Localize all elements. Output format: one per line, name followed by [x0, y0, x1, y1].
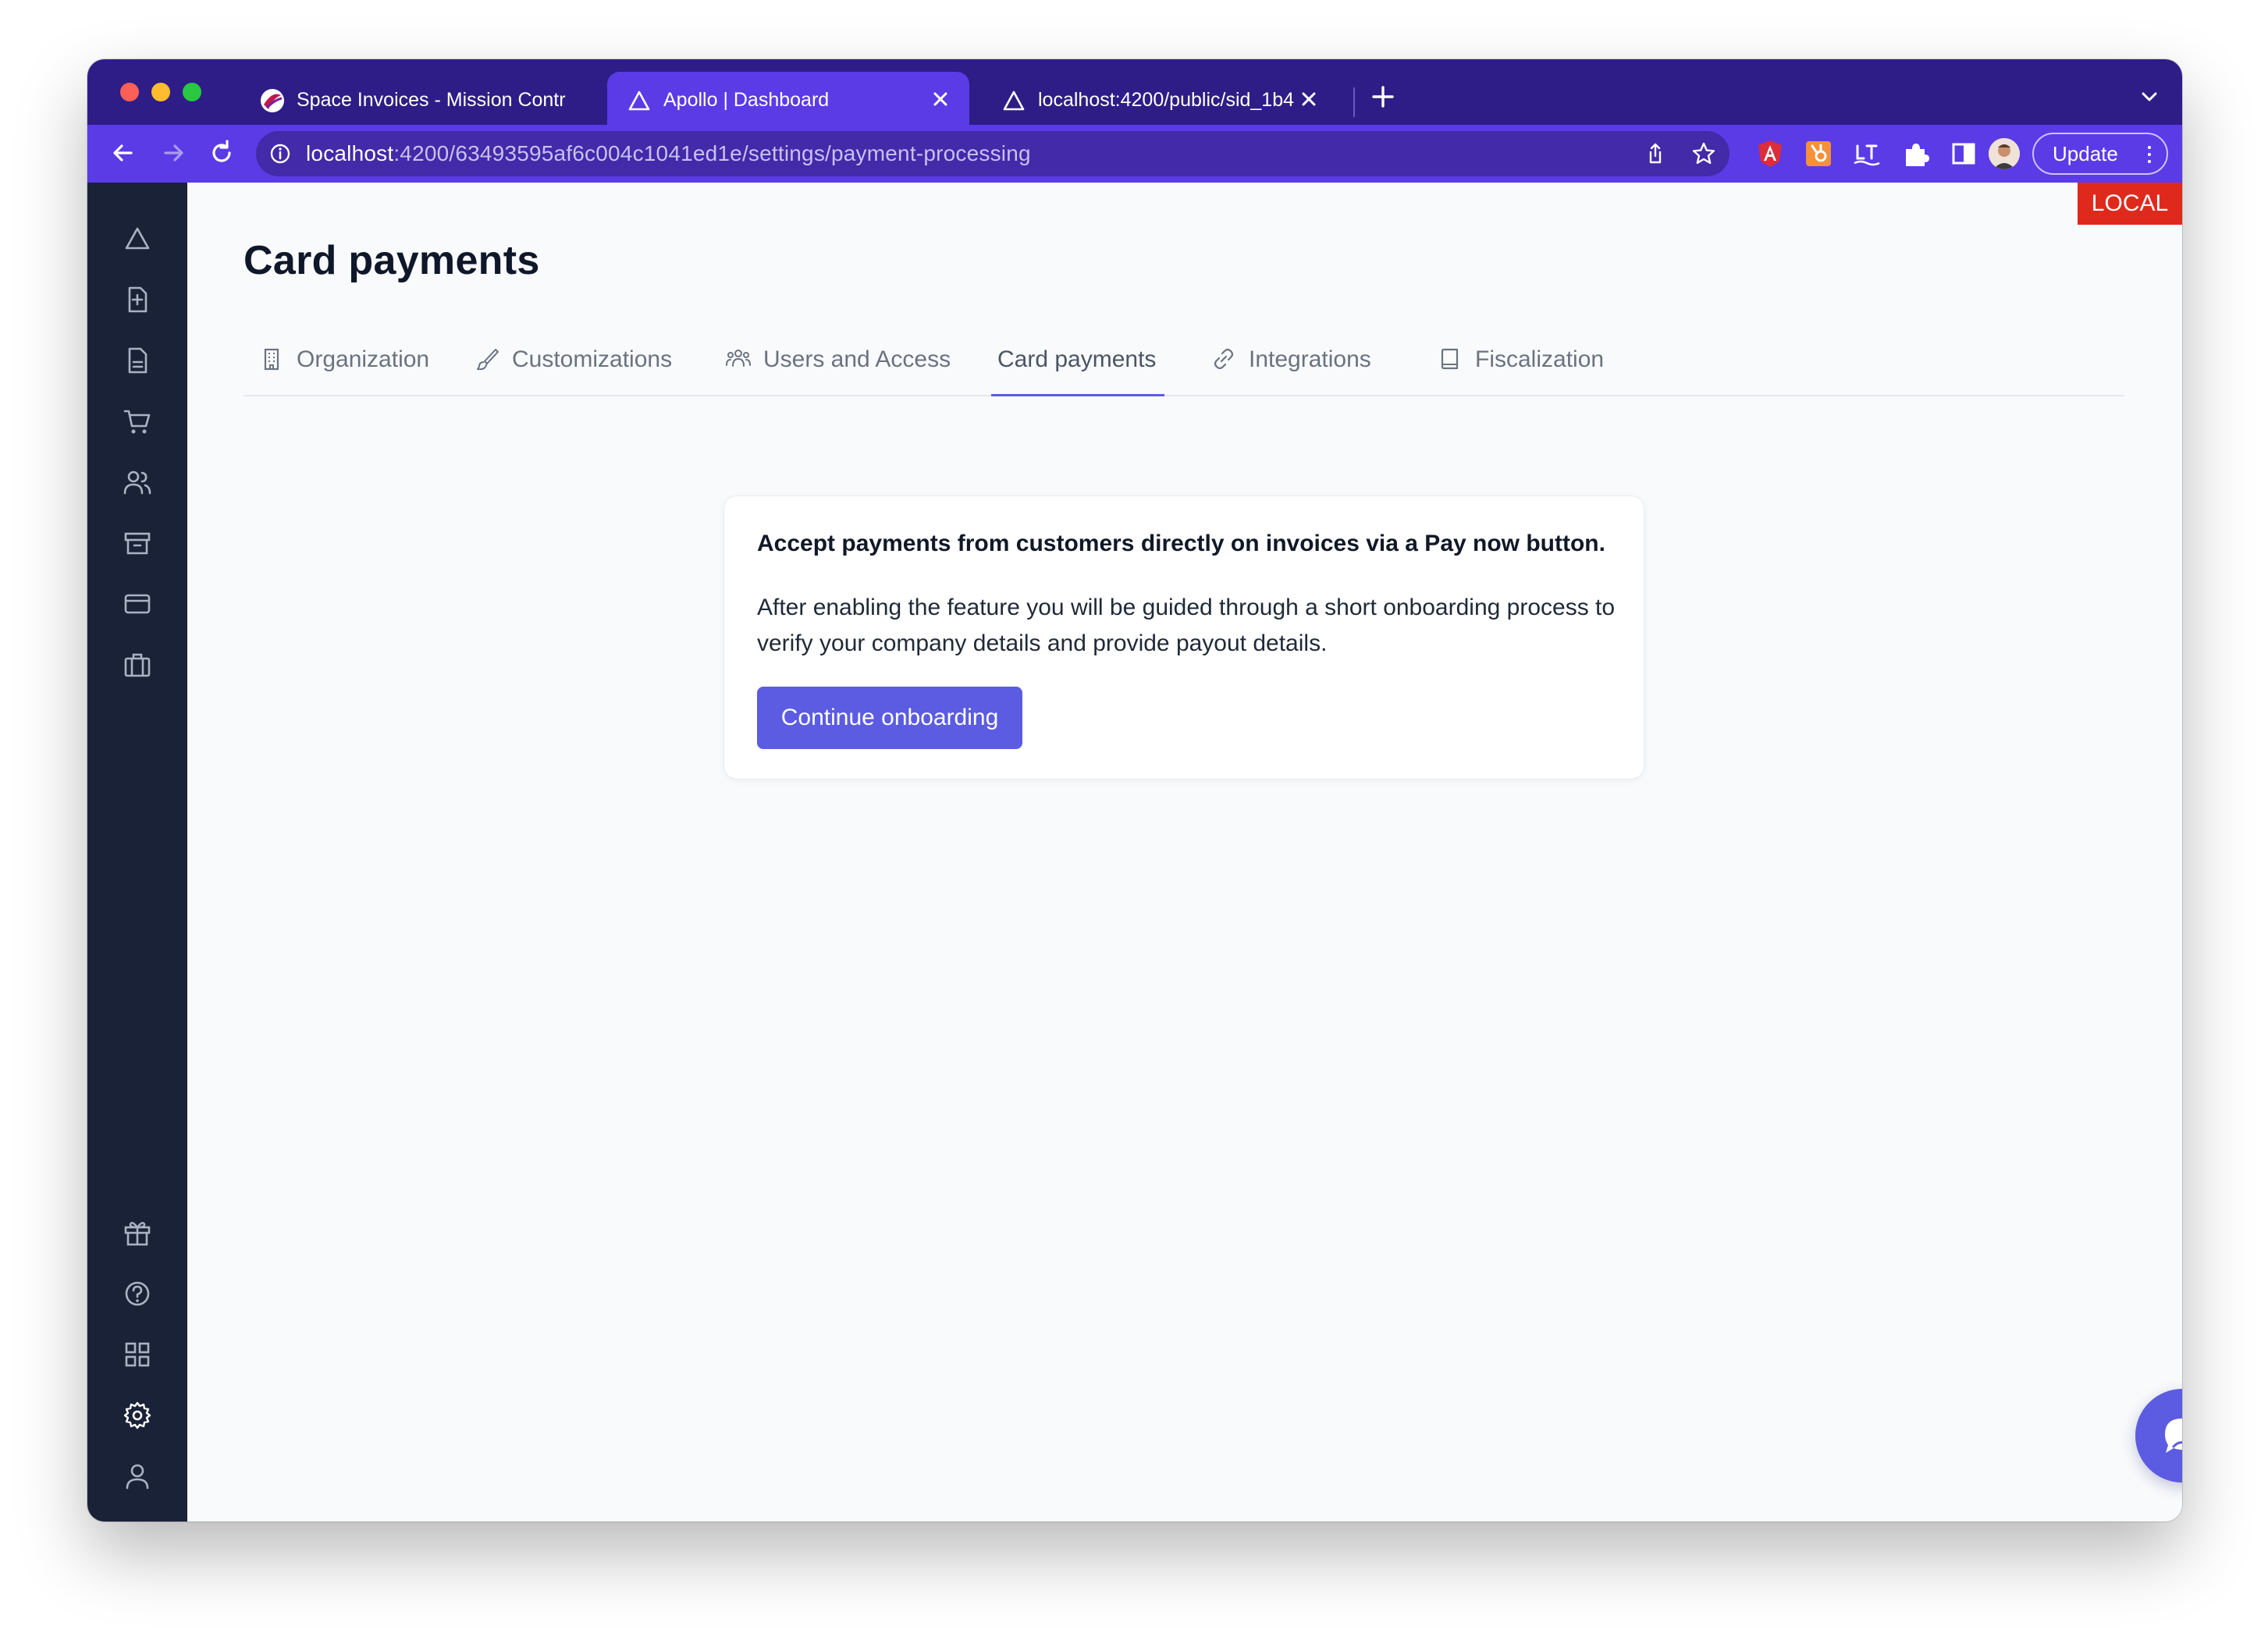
card-payments-onboarding-card: Accept payments from customers directly … — [724, 496, 1644, 779]
active-tab-indicator — [991, 394, 1164, 396]
settings-tabs: Organization Customizations Users and Ac… — [244, 336, 2124, 396]
share-icon[interactable] — [1642, 140, 1669, 167]
tab-label: Organization — [297, 346, 430, 372]
update-button-label: Update — [2053, 142, 2118, 165]
triangle-icon — [628, 91, 650, 111]
url-text[interactable]: localhost:4200/63493595af6c004c1041ed1e/… — [306, 141, 1031, 166]
close-window-button[interactable] — [120, 83, 139, 101]
browser-toolbar: localhost:4200/63493595af6c004c1041ed1e/… — [87, 125, 2182, 183]
url-host: localhost — [306, 141, 394, 165]
browser-tab-localhost-public[interactable]: localhost:4200/public/sid_1b4 — [982, 72, 1330, 125]
tab-label: Integrations — [1249, 346, 1371, 372]
avatar-icon — [1989, 138, 2020, 169]
chat-bubble-icon — [2165, 1419, 2182, 1453]
tab-organization[interactable]: Organization — [259, 336, 431, 395]
bookmark-star-icon[interactable] — [1690, 140, 1717, 167]
address-bar[interactable]: localhost:4200/63493595af6c004c1041ed1e/… — [256, 131, 1729, 176]
help-icon[interactable] — [122, 1278, 153, 1309]
forward-arrow-icon[interactable] — [158, 137, 189, 169]
triangle-icon — [1003, 91, 1025, 111]
tab-separator — [1353, 87, 1355, 117]
maximize-window-button[interactable] — [183, 83, 201, 101]
environment-badge: LOCAL — [2078, 183, 2182, 225]
browser-window: Space Invoices - Mission Contr Apollo | … — [87, 59, 2182, 1522]
tab-users-and-access[interactable]: Users and Access — [726, 336, 968, 395]
browser-tab-strip: Space Invoices - Mission Contr Apollo | … — [87, 59, 2182, 125]
link-icon — [1214, 348, 1234, 370]
settings-icon[interactable] — [122, 1400, 153, 1431]
card-heading: Accept payments from customers directly … — [757, 531, 1605, 556]
browser-tab-apollo-dashboard[interactable]: Apollo | Dashboard — [607, 72, 969, 125]
tab-title: localhost:4200/public/sid_1b4 — [1038, 89, 1295, 111]
back-arrow-icon[interactable] — [108, 137, 139, 169]
gift-icon[interactable] — [122, 1217, 153, 1248]
close-icon[interactable] — [1296, 86, 1322, 112]
chevron-down-icon[interactable] — [2135, 83, 2163, 111]
languagetool-extension-icon[interactable] — [1851, 138, 1882, 169]
archive-icon[interactable] — [122, 527, 153, 559]
tab-card-payments[interactable]: Card payments — [991, 336, 1164, 396]
hubspot-extension-icon[interactable] — [1803, 138, 1834, 169]
url-path: :4200/63493595af6c004c1041ed1e/settings/… — [393, 141, 1031, 165]
briefcase-icon[interactable] — [122, 649, 153, 680]
triangle-logo-icon[interactable] — [122, 223, 153, 254]
chat-launcher-button[interactable] — [2135, 1389, 2182, 1483]
continue-onboarding-button[interactable]: Continue onboarding — [757, 687, 1022, 749]
tab-label: Customizations — [512, 346, 673, 372]
profile-avatar[interactable] — [1989, 138, 2020, 169]
angular-devtools-icon[interactable] — [1754, 138, 1786, 169]
brush-icon — [477, 349, 499, 371]
tab-title: Space Invoices - Mission Contr — [297, 89, 566, 111]
tab-customizations[interactable]: Customizations — [475, 336, 677, 395]
card-description: After enabling the feature you will be g… — [757, 595, 1616, 656]
book-icon — [1441, 348, 1459, 370]
user-icon[interactable] — [122, 1461, 153, 1492]
main-content: LOCAL Card payments Organization Customi… — [187, 183, 2182, 1522]
site-info-icon[interactable] — [268, 142, 292, 165]
minimize-window-button[interactable] — [151, 83, 170, 101]
tab-label: Fiscalization — [1475, 346, 1605, 372]
reload-icon[interactable] — [206, 137, 237, 169]
credit-card-icon[interactable] — [122, 588, 153, 620]
apps-grid-icon[interactable] — [122, 1339, 153, 1370]
tab-label: Card payments — [997, 346, 1157, 372]
space-invoices-logo-icon — [261, 89, 284, 112]
tab-fiscalization[interactable]: Fiscalization — [1438, 336, 1625, 395]
tab-integrations[interactable]: Integrations — [1211, 336, 1391, 395]
cart-icon[interactable] — [122, 406, 153, 437]
building-icon — [264, 348, 279, 371]
users-icon[interactable] — [122, 467, 153, 498]
close-icon[interactable] — [927, 86, 954, 112]
new-tab-button[interactable] — [1367, 81, 1399, 112]
tab-title: Apollo | Dashboard — [663, 89, 830, 111]
document-plus-icon[interactable] — [122, 284, 153, 315]
side-panel-icon[interactable] — [1948, 138, 1979, 169]
more-vertical-icon — [2148, 146, 2151, 163]
document-icon[interactable] — [122, 345, 153, 376]
extensions-puzzle-icon[interactable] — [1900, 138, 1931, 169]
page-title: Card payments — [244, 238, 540, 283]
users-icon — [726, 350, 751, 367]
app-sidebar — [87, 183, 187, 1522]
update-button[interactable]: Update — [2032, 133, 2168, 175]
tab-label: Users and Access — [763, 346, 951, 372]
